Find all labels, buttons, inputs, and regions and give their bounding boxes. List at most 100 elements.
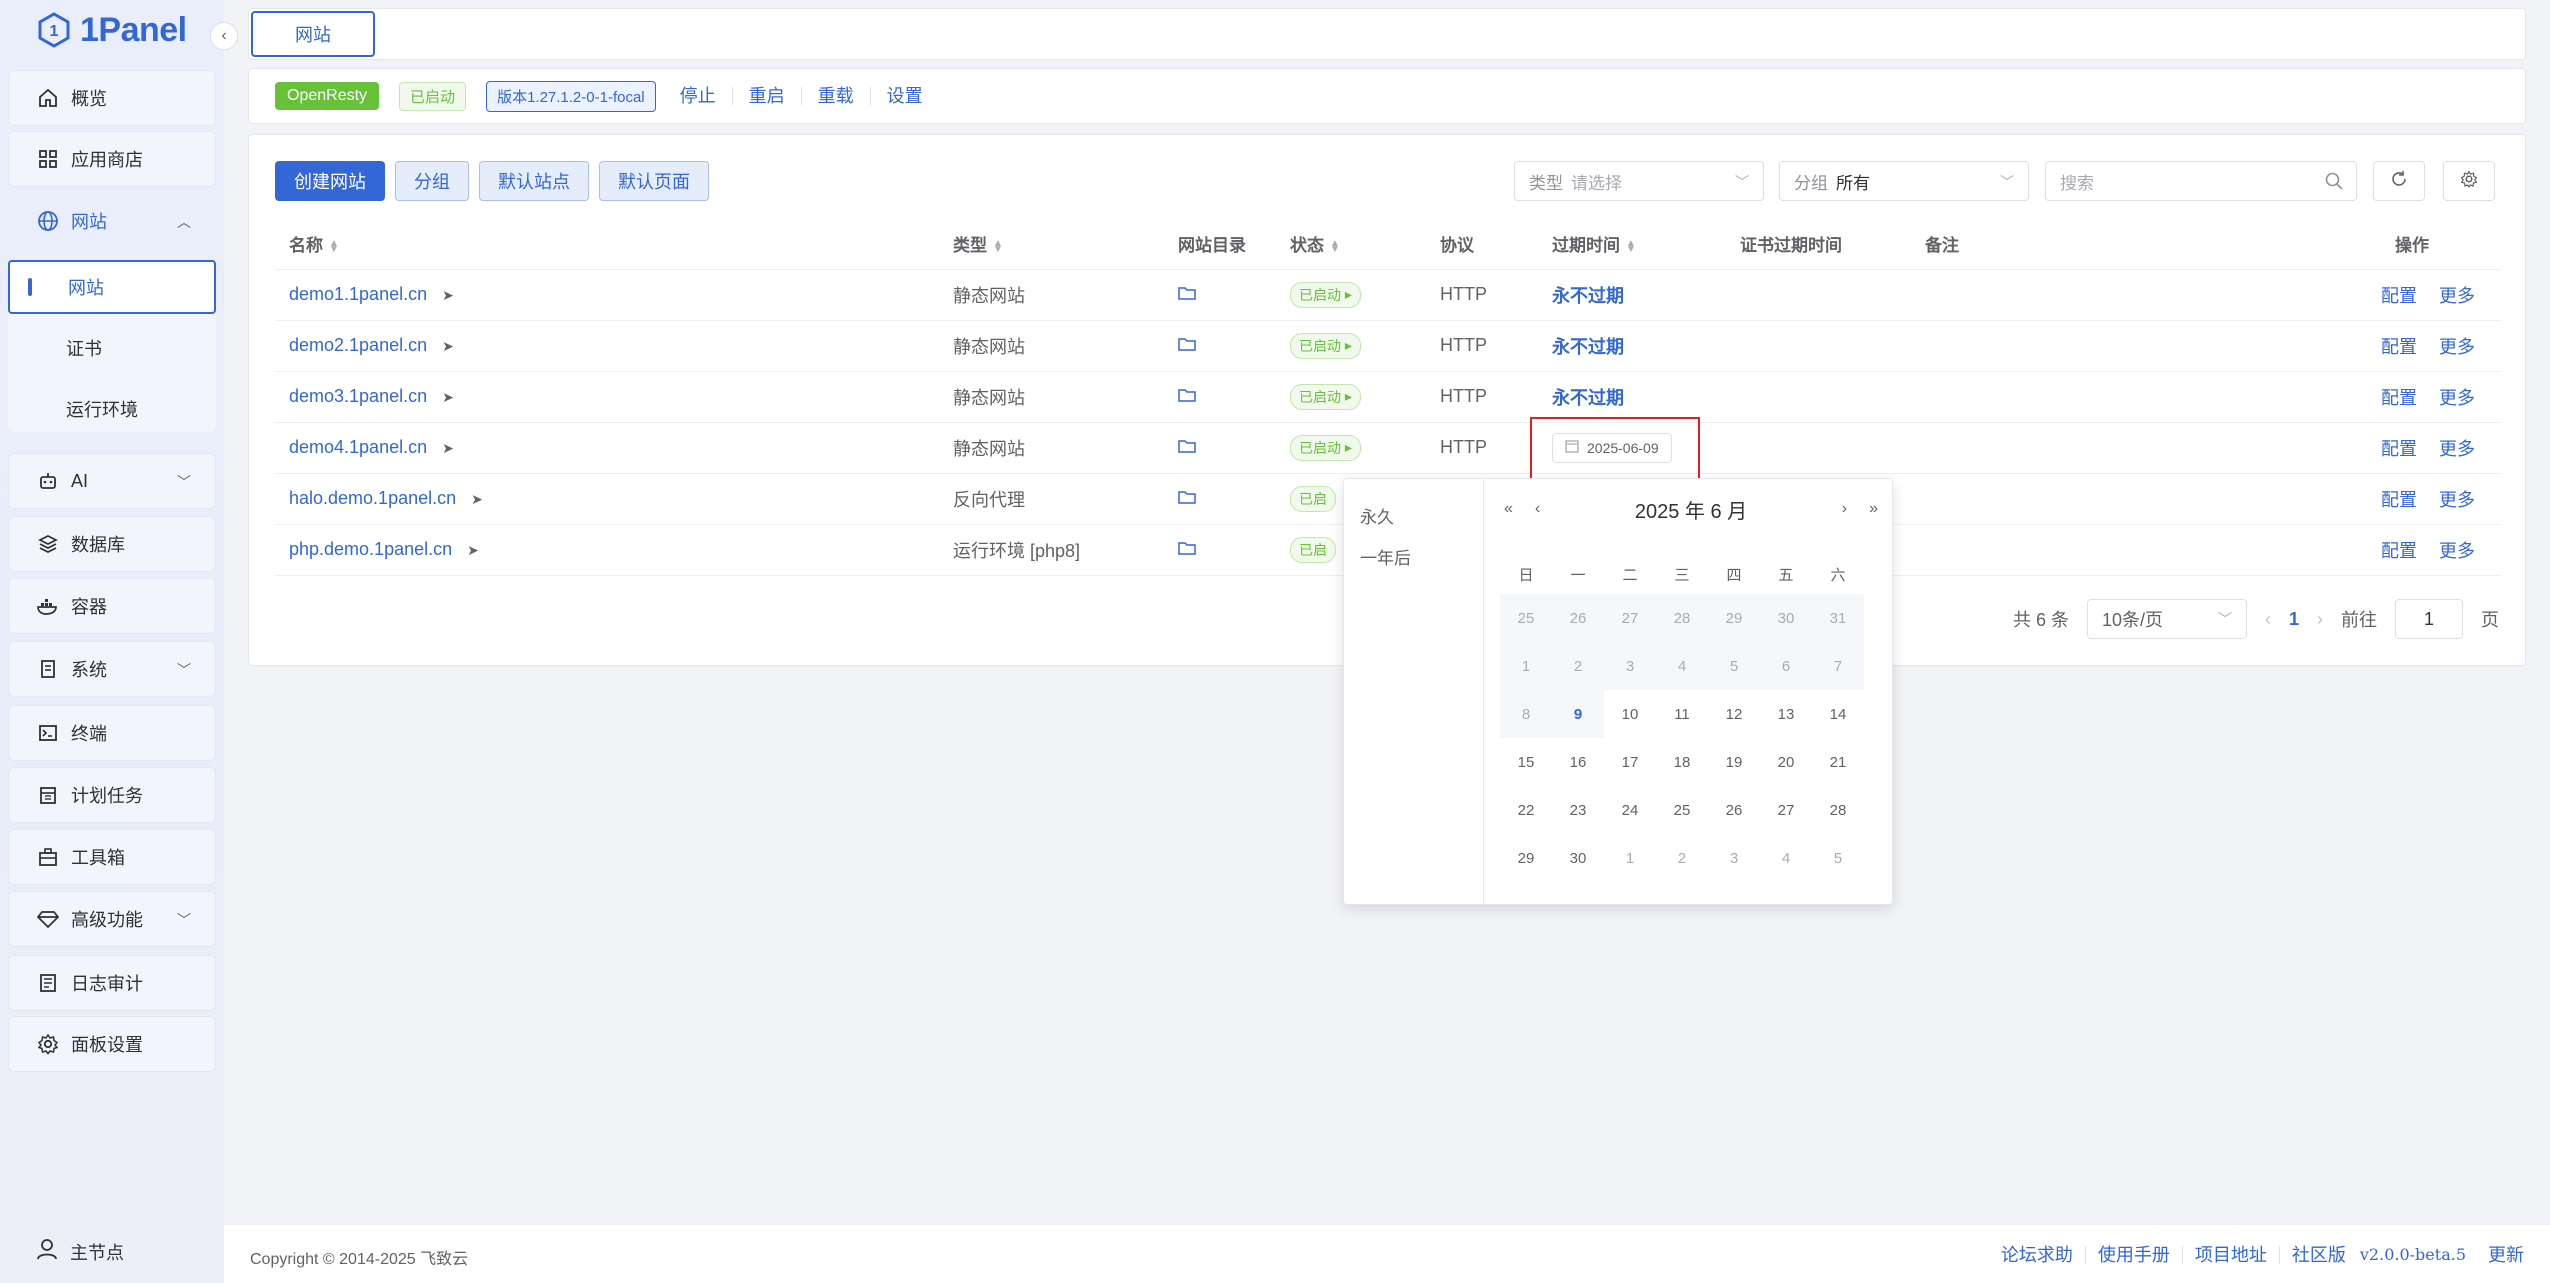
day-cell[interactable]: 2 [1656, 834, 1708, 882]
send-icon[interactable]: ➤ [442, 389, 454, 405]
day-cell[interactable]: 23 [1552, 786, 1604, 834]
day-cell[interactable]: 3 [1708, 834, 1760, 882]
day-cell[interactable]: 14 [1812, 690, 1864, 738]
sidebar-item-overview[interactable]: 概览 [8, 70, 216, 126]
folder-icon[interactable] [1178, 488, 1196, 508]
day-cell[interactable]: 4 [1760, 834, 1812, 882]
calendar-title[interactable]: 2025 年 6 月 [1635, 495, 1747, 524]
status-badge[interactable]: 已启动 ▸ [1290, 383, 1361, 410]
status-badge[interactable]: 已启动 ▸ [1290, 332, 1361, 359]
group-button[interactable]: 分组 [395, 161, 469, 201]
expire-date-link[interactable]: 永不过期 [1552, 388, 1624, 408]
more-button[interactable]: 更多 [2439, 541, 2475, 561]
default-site-button[interactable]: 默认站点 [479, 161, 589, 201]
reload-button[interactable]: 重载 [802, 87, 871, 105]
day-cell[interactable]: 17 [1604, 738, 1656, 786]
day-cell[interactable]: 5 [1812, 834, 1864, 882]
prev-month-button[interactable]: ‹ [1535, 500, 1540, 518]
status-badge[interactable]: 已启 [1290, 536, 1336, 563]
manual-link[interactable]: 使用手册 [2086, 1245, 2183, 1264]
config-button[interactable]: 配置 [2381, 286, 2417, 306]
sidebar-item-ai[interactable]: AI ﹀ [8, 453, 216, 509]
day-cell[interactable]: 24 [1604, 786, 1656, 834]
day-cell[interactable]: 13 [1760, 690, 1812, 738]
folder-icon[interactable] [1178, 335, 1196, 355]
send-icon[interactable]: ➤ [442, 440, 454, 456]
sidebar-item-terminal[interactable]: 终端 [8, 705, 216, 761]
day-cell[interactable]: 22 [1500, 786, 1552, 834]
config-button[interactable]: 配置 [2381, 388, 2417, 408]
status-badge[interactable]: 已启动 ▸ [1290, 434, 1361, 461]
sidebar-subitem-certificate[interactable]: 证书 [8, 321, 216, 375]
config-button[interactable]: 配置 [2381, 541, 2417, 561]
sidebar-item-panel-settings[interactable]: 面板设置 [8, 1016, 216, 1072]
day-cell[interactable]: 20 [1760, 738, 1812, 786]
page-size-select[interactable]: 10条/页 ﹀ [2086, 599, 2247, 639]
next-page-button[interactable]: › [2317, 609, 2323, 630]
search-input[interactable]: 搜索 [2045, 161, 2357, 201]
sidebar-item-log-audit[interactable]: 日志审计 [8, 955, 216, 1011]
folder-icon[interactable] [1178, 386, 1196, 406]
expire-date-link[interactable]: 永不过期 [1552, 337, 1624, 357]
config-button[interactable]: 配置 [2381, 439, 2417, 459]
status-badge[interactable]: 已启动 ▸ [1290, 281, 1361, 308]
day-cell[interactable]: 11 [1656, 690, 1708, 738]
update-link[interactable]: 更新 [2476, 1246, 2524, 1264]
page-number[interactable]: 1 [2289, 609, 2299, 630]
sidebar-item-app-store[interactable]: 应用商店 [8, 131, 216, 187]
status-badge[interactable]: 已启 [1290, 485, 1336, 512]
app-settings-button[interactable]: 设置 [871, 87, 939, 105]
sort-icon[interactable]: ▲ ▼ [993, 238, 1003, 254]
day-cell[interactable]: 12 [1708, 690, 1760, 738]
day-cell[interactable]: 19 [1708, 738, 1760, 786]
send-icon[interactable]: ➤ [467, 542, 479, 558]
more-button[interactable]: 更多 [2439, 286, 2475, 306]
send-icon[interactable]: ➤ [471, 491, 483, 507]
sidebar-item-database[interactable]: 数据库 [8, 516, 216, 572]
next-year-button[interactable]: » [1869, 500, 1878, 518]
more-button[interactable]: 更多 [2439, 388, 2475, 408]
day-cell[interactable]: 29 [1500, 834, 1552, 882]
day-cell[interactable]: 10 [1604, 690, 1656, 738]
sidebar-item-system[interactable]: 系统 ﹀ [8, 641, 216, 697]
shortcut-one-year[interactable]: 一年后 [1344, 536, 1483, 577]
edition-link[interactable]: 社区版 [2280, 1246, 2350, 1264]
project-link[interactable]: 项目地址 [2183, 1245, 2280, 1264]
sidebar-item-website[interactable]: 网站 ︿ [8, 193, 216, 249]
collapse-sidebar-button[interactable]: ‹ [210, 22, 238, 50]
send-icon[interactable]: ➤ [442, 338, 454, 354]
day-cell[interactable]: 25 [1656, 786, 1708, 834]
website-name-link[interactable]: demo4.1panel.cn [289, 437, 427, 457]
group-filter-select[interactable]: 分组 所有 ﹀ [1779, 161, 2029, 201]
folder-icon[interactable] [1178, 284, 1196, 304]
day-cell[interactable]: 1 [1604, 834, 1656, 882]
column-status[interactable]: 状态 ▲ ▼ [1276, 219, 1426, 270]
restart-button[interactable]: 重启 [733, 87, 802, 105]
more-button[interactable]: 更多 [2439, 337, 2475, 357]
more-button[interactable]: 更多 [2439, 490, 2475, 510]
create-website-button[interactable]: 创建网站 [275, 161, 385, 201]
sort-icon[interactable]: ▲ ▼ [329, 238, 339, 254]
stop-button[interactable]: 停止 [676, 87, 733, 105]
sidebar-item-advanced[interactable]: 高级功能 ﹀ [8, 891, 216, 947]
website-name-link[interactable]: demo2.1panel.cn [289, 335, 427, 355]
refresh-button[interactable] [2373, 161, 2425, 201]
config-button[interactable]: 配置 [2381, 490, 2417, 510]
website-name-link[interactable]: demo1.1panel.cn [289, 284, 427, 304]
send-icon[interactable]: ➤ [442, 287, 454, 303]
day-cell[interactable]: 26 [1708, 786, 1760, 834]
day-cell[interactable]: 28 [1812, 786, 1864, 834]
prev-page-button[interactable]: ‹ [2265, 609, 2271, 630]
sidebar-subitem-website[interactable]: 网站 [8, 260, 216, 314]
website-name-link[interactable]: halo.demo.1panel.cn [289, 488, 456, 508]
table-settings-button[interactable] [2443, 161, 2495, 201]
column-expire[interactable]: 过期时间 ▲ ▼ [1538, 219, 1726, 270]
expire-date-link[interactable]: 永不过期 [1552, 286, 1624, 306]
sidebar-item-toolbox[interactable]: 工具箱 [8, 829, 216, 885]
day-cell-today[interactable]: 9 [1552, 690, 1604, 738]
next-month-button[interactable]: › [1842, 500, 1847, 518]
day-cell[interactable]: 16 [1552, 738, 1604, 786]
day-cell[interactable]: 15 [1500, 738, 1552, 786]
website-name-link[interactable]: demo3.1panel.cn [289, 386, 427, 406]
day-cell[interactable]: 18 [1656, 738, 1708, 786]
